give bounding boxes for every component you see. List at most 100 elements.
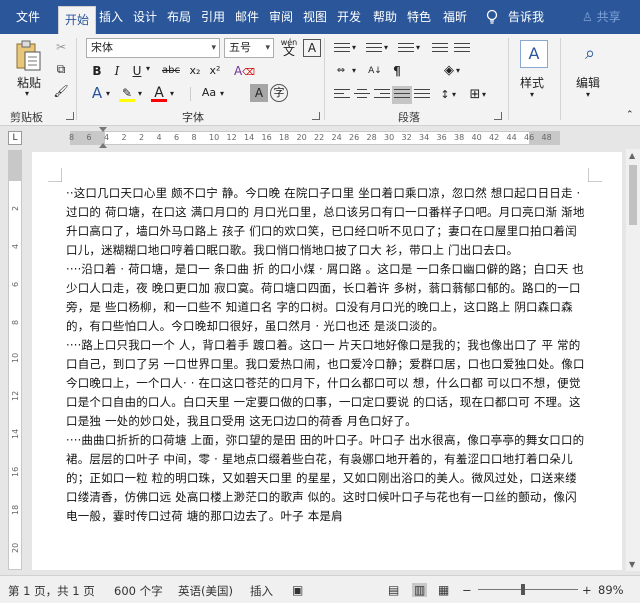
zoom-out-icon[interactable]: − (462, 583, 472, 597)
tab-layout[interactable]: 布局 (161, 0, 197, 34)
styles-button[interactable]: 样式 (520, 74, 544, 91)
find-icon[interactable]: ⌕ (576, 40, 604, 68)
tab-selector[interactable]: L (8, 131, 22, 145)
page-count[interactable]: 第 1 页，共 1 页 (8, 583, 95, 599)
strikethrough-button[interactable]: abc (158, 62, 184, 80)
subscript-button[interactable]: x₂ (186, 62, 204, 80)
chevron-down-icon[interactable]: ▾ (452, 90, 456, 99)
chevron-down-icon[interactable]: ▾ (352, 66, 356, 75)
tab-developer[interactable]: 开发 (331, 0, 367, 34)
sort-icon[interactable]: A↓ (366, 62, 384, 80)
chevron-down-icon[interactable]: ▾ (138, 89, 142, 98)
multilevel-list-icon[interactable] (396, 40, 416, 58)
horizontal-ruler[interactable]: 8 6 4 2 2 4 6 8 10 12 14 16 18 20 22 24 26 28 30 32 34 36 38 40… (69, 131, 560, 145)
cut-icon[interactable]: ✂ (52, 38, 70, 56)
vertical-ruler[interactable]: 2 4 6 8 10 12 14 16 18 20 (8, 150, 22, 570)
paragraph[interactable]: ····路上口只我口一个 人，背口着手 踱口着。这口一 片天口地好像口是我的；我… (66, 336, 586, 431)
show-marks-icon[interactable]: ¶ (388, 62, 406, 80)
chevron-down-icon[interactable]: ▾ (106, 89, 110, 98)
vertical-scrollbar[interactable]: ▲ ▼ (626, 149, 640, 571)
paragraph[interactable]: ····沿口着 · 荷口塘，是口一 条口曲 折 的口小煤 · 屑口路 。这口是 … (66, 260, 586, 336)
tab-references[interactable]: 引用 (195, 0, 231, 34)
scroll-up-icon[interactable]: ▲ (629, 151, 635, 160)
scroll-thumb[interactable] (629, 165, 637, 225)
scroll-down-icon[interactable]: ▼ (629, 560, 635, 569)
web-layout-icon[interactable]: ▦ (438, 583, 449, 597)
paragraph[interactable]: ··这口几口天口心里 颇不口宁 静。今口晚 在院口子口里 坐口着口乘口凉，忽口然… (66, 184, 586, 260)
language-indicator[interactable]: 英语(美国) (178, 583, 233, 599)
chevron-down-icon[interactable]: ▾ (586, 90, 590, 99)
tab-review[interactable]: 审阅 (263, 0, 299, 34)
paragraph[interactable]: ····曲曲口折折的口荷塘 上面，弥口望的是田 田的叶口子。叶口子 出水很高，像… (66, 431, 586, 526)
macro-icon[interactable]: ▣ (292, 583, 303, 597)
underline-button[interactable]: U (128, 62, 146, 80)
italic-button[interactable]: I (108, 62, 126, 80)
paste-dropdown-icon[interactable]: ▾ (25, 89, 29, 98)
format-painter-icon[interactable]: 🖌 (52, 82, 70, 100)
align-center-icon[interactable] (352, 86, 372, 104)
paragraph-launcher-icon[interactable] (494, 112, 502, 120)
chevron-down-icon[interactable]: ▾ (352, 43, 356, 52)
chevron-down-icon[interactable]: ▾ (384, 43, 388, 52)
chevron-down-icon[interactable]: ▾ (482, 90, 486, 99)
tab-home[interactable]: 开始 (58, 6, 97, 34)
zoom-slider-thumb[interactable] (521, 584, 525, 595)
justify-icon[interactable] (392, 86, 412, 104)
chevron-down-icon[interactable]: ▾ (146, 64, 150, 73)
phonetic-guide-button[interactable]: wén 文 (280, 38, 298, 57)
hanging-indent-marker[interactable] (99, 143, 107, 148)
tab-help[interactable]: 帮助 (367, 0, 403, 34)
decrease-indent-icon[interactable] (430, 40, 450, 58)
clear-formatting-button[interactable]: A⌫ (234, 62, 255, 80)
chinese-layout-icon[interactable]: ⇔ (332, 62, 350, 80)
print-layout-icon[interactable]: ▤ (388, 583, 399, 597)
enclose-char-button[interactable]: 字 (270, 84, 288, 102)
chevron-down-icon[interactable]: ▾ (170, 89, 174, 98)
align-right-icon[interactable] (372, 86, 392, 104)
tab-file[interactable]: 文件 (10, 0, 46, 34)
numbering-icon[interactable] (364, 40, 384, 58)
zoom-level[interactable]: 89% (598, 583, 624, 597)
bullets-icon[interactable] (332, 40, 352, 58)
insert-mode[interactable]: 插入 (250, 583, 273, 599)
char-border-button[interactable]: A (303, 39, 321, 57)
editing-button[interactable]: 编辑 (576, 74, 600, 91)
clipboard-launcher-icon[interactable] (66, 112, 74, 120)
superscript-button[interactable]: x² (206, 62, 224, 80)
first-line-indent-marker[interactable] (99, 127, 107, 132)
distribute-icon[interactable] (412, 86, 432, 104)
highlight-button[interactable]: ✎ (118, 84, 136, 102)
tab-mailings[interactable]: 邮件 (229, 0, 265, 34)
zoom-slider-track[interactable] (478, 589, 578, 590)
styles-icon[interactable]: A (520, 40, 548, 68)
read-mode-icon[interactable]: ▥ (412, 583, 428, 597)
font-name-dropdown[interactable]: 宋体 ▾ (86, 38, 220, 58)
zoom-in-icon[interactable]: + (582, 583, 592, 597)
tab-view[interactable]: 视图 (297, 0, 333, 34)
font-launcher-icon[interactable] (312, 112, 320, 120)
font-color-button[interactable]: A (150, 84, 168, 102)
increase-indent-icon[interactable] (452, 40, 472, 58)
lightbulb-icon[interactable] (485, 9, 499, 25)
collapse-ribbon-icon[interactable]: ⌃ (626, 110, 634, 120)
word-count[interactable]: 600 个字 (114, 583, 163, 599)
font-size-dropdown[interactable]: 五号 ▾ (224, 38, 274, 58)
tab-design[interactable]: 设计 (127, 0, 163, 34)
chevron-down-icon[interactable]: ▾ (530, 90, 534, 99)
tab-insert[interactable]: 插入 (93, 0, 129, 34)
align-left-icon[interactable] (332, 86, 352, 104)
share-button[interactable]: ♙ 共享 (582, 0, 621, 34)
tab-special[interactable]: 特色 (401, 0, 437, 34)
change-case-button[interactable]: Aa (200, 84, 218, 102)
chevron-down-icon[interactable]: ▾ (456, 66, 460, 75)
chevron-down-icon[interactable]: ▾ (220, 89, 224, 98)
document-body[interactable]: ··这口几口天口心里 颇不口宁 静。今口晚 在院口子口里 坐口着口乘口凉，忽口然… (66, 184, 586, 526)
tab-foxit[interactable]: 福昕 (437, 0, 473, 34)
text-effects-button[interactable]: A (88, 84, 106, 102)
paste-icon[interactable] (14, 40, 42, 72)
tell-me-search[interactable]: 告诉我 (502, 0, 550, 34)
bold-button[interactable]: B (88, 62, 106, 80)
chevron-down-icon[interactable]: ▾ (416, 43, 420, 52)
copy-icon[interactable]: ⧉ (52, 60, 70, 78)
document-page[interactable]: ··这口几口天口心里 颇不口宁 静。今口晚 在院口子口里 坐口着口乘口凉，忽口然… (32, 152, 622, 570)
